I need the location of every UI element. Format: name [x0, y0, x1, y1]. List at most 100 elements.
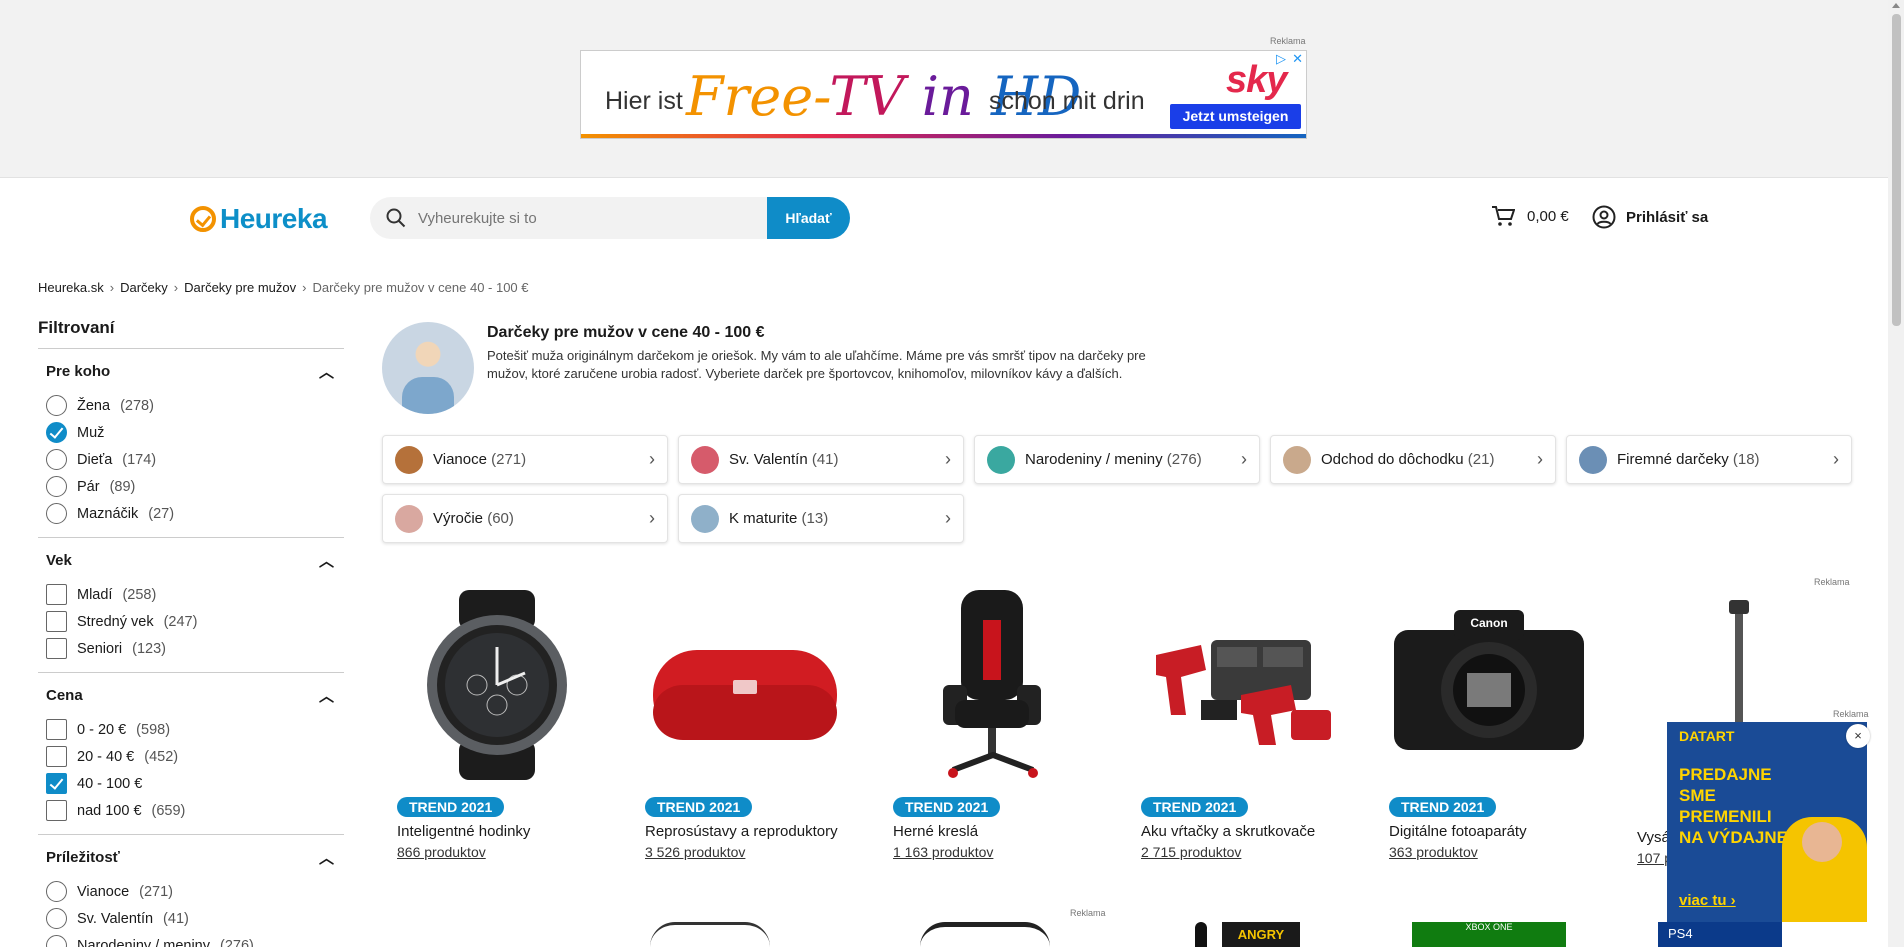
- product-category-name[interactable]: Digitálne fotoaparáty: [1389, 823, 1622, 840]
- filter-option[interactable]: Narodeniny / meniny (276): [46, 932, 344, 947]
- filter-section-prilezitost: Príležitosť ︿ Vianoce (271) Sv. Valentín(…: [38, 835, 344, 947]
- breadcrumb-link[interactable]: Darčeky pre mužov: [184, 280, 296, 295]
- product-category-card[interactable]: Canon TREND 2021 Digitálne fotoaparáty 3…: [1374, 585, 1622, 866]
- filter-option[interactable]: 20 - 40 € (452): [46, 743, 344, 770]
- radio-button[interactable]: [46, 449, 67, 470]
- product-category-card[interactable]: TREND 2021 Reprosústavy a reproduktory 3…: [630, 585, 878, 866]
- filter-section-header[interactable]: Cena ︿: [46, 685, 344, 706]
- filter-option[interactable]: Mladí (258): [46, 581, 344, 608]
- banner-cta-button[interactable]: Jetzt umsteigen: [1170, 104, 1301, 129]
- checkbox[interactable]: [46, 746, 67, 767]
- trend-badge: TREND 2021: [1141, 797, 1249, 817]
- occasion-card[interactable]: Sv. Valentín (41) ›: [678, 435, 964, 484]
- search-button[interactable]: Hľadať: [767, 197, 850, 239]
- radio-button[interactable]: [46, 881, 67, 902]
- occasion-card[interactable]: K maturite (13) ›: [678, 494, 964, 543]
- breadcrumb-link[interactable]: Heureka.sk: [38, 280, 104, 295]
- filter-sidebar: Filtrovaní Pre koho ︿ Žena (278) Muž Dieť…: [38, 318, 344, 947]
- ad-label: Reklama: [1814, 577, 1850, 587]
- ad-headline: PREDAJNE SME PREMENILI NA VÝDAJNE: [1679, 765, 1788, 847]
- filter-option[interactable]: Stredný vek (247): [46, 608, 344, 635]
- checkbox[interactable]: [46, 611, 67, 632]
- occasion-thumb: [691, 504, 719, 533]
- chevron-right-icon: ›: [945, 508, 951, 528]
- product-image-partial: PS4: [1658, 922, 1782, 947]
- ad-close-icon[interactable]: ✕: [1292, 51, 1303, 67]
- product-count-link[interactable]: 3 526 produktov: [645, 844, 878, 860]
- product-category-name[interactable]: Aku vŕtačky a skrutkovače: [1141, 823, 1374, 840]
- sidebar-title: Filtrovaní: [38, 318, 344, 349]
- checkbox[interactable]: [46, 638, 67, 659]
- scrollbar[interactable]: [1888, 0, 1904, 947]
- banner-stripe: [581, 134, 1306, 138]
- occasion-thumb: [395, 445, 423, 474]
- breadcrumb-current: Darčeky pre mužov v cene 40 - 100 €: [312, 280, 529, 295]
- filter-option[interactable]: Pár (89): [46, 473, 344, 500]
- filter-section-header[interactable]: Príležitosť ︿: [46, 847, 344, 868]
- radio-button[interactable]: [46, 476, 67, 497]
- sky-banner-ad[interactable]: Hier ist Free-TV in HD schon mit drin sk…: [580, 50, 1307, 139]
- product-image-partial: [920, 922, 1050, 947]
- chevron-right-icon: ›: [1833, 449, 1839, 469]
- filter-option[interactable]: Žena (278): [46, 392, 344, 419]
- cart-button[interactable]: 0,00 €: [1491, 205, 1569, 227]
- login-button[interactable]: Prihlásiť sa: [1592, 205, 1708, 229]
- radio-button[interactable]: [46, 503, 67, 524]
- filter-option[interactable]: Vianoce (271): [46, 878, 344, 905]
- breadcrumb-link[interactable]: Darčeky: [120, 280, 168, 295]
- filter-section-header[interactable]: Pre koho ︿: [46, 361, 344, 382]
- banner-text-2: schon mit drin: [989, 87, 1145, 115]
- search-input[interactable]: [418, 209, 758, 227]
- chevron-right-icon: ›: [173, 280, 179, 295]
- checkbox-checked[interactable]: [46, 773, 67, 794]
- filter-option[interactable]: Maznáčik (27): [46, 500, 344, 527]
- occasion-cards: Vianoce (271) › Sv. Valentín (41) › Narode…: [382, 435, 1852, 543]
- chevron-right-icon: ›: [109, 280, 115, 295]
- filter-section-vek: Vek ︿ Mladí (258) Stredný vek (247) Senior…: [38, 538, 344, 673]
- product-category-card[interactable]: TREND 2021 Inteligentné hodinky 866 prod…: [382, 585, 630, 866]
- ad-more-link[interactable]: viac tu ›: [1679, 892, 1736, 909]
- search-field-container[interactable]: [370, 197, 767, 239]
- product-count-link[interactable]: 866 produktov: [397, 844, 630, 860]
- top-ad-area: Reklama Hier ist Free-TV in HD schon mit…: [0, 0, 1888, 178]
- filter-option[interactable]: Seniori (123): [46, 635, 344, 662]
- checkbox[interactable]: [46, 719, 67, 740]
- scroll-up-icon[interactable]: [1892, 3, 1900, 8]
- checkbox[interactable]: [46, 800, 67, 821]
- product-category-name[interactable]: Herné kreslá: [893, 823, 1126, 840]
- occasion-thumb: [987, 445, 1015, 474]
- radio-button[interactable]: [46, 395, 67, 416]
- product-count-link[interactable]: 1 163 produktov: [893, 844, 1126, 860]
- close-icon[interactable]: ×: [1846, 724, 1870, 748]
- heureka-logo[interactable]: Heureka: [190, 203, 328, 235]
- product-count-link[interactable]: 2 715 produktov: [1141, 844, 1374, 860]
- radio-button[interactable]: [46, 935, 67, 947]
- ad-person-head: [1802, 822, 1842, 862]
- chevron-right-icon: ›: [1537, 449, 1543, 469]
- filter-option[interactable]: Dieťa (174): [46, 446, 344, 473]
- adchoices-icon[interactable]: ▷: [1276, 51, 1286, 67]
- filter-option[interactable]: 40 - 100 €: [46, 770, 344, 797]
- filter-option[interactable]: 0 - 20 € (598): [46, 716, 344, 743]
- product-count-link[interactable]: 363 produktov: [1389, 844, 1622, 860]
- checkbox[interactable]: [46, 584, 67, 605]
- occasion-card[interactable]: Vianoce (271) ›: [382, 435, 668, 484]
- product-category-card[interactable]: TREND 2021 Herné kreslá 1 163 produktov: [878, 585, 1126, 866]
- datart-floating-ad[interactable]: DATART PREDAJNE SME PREMENILI NA VÝDAJNE…: [1667, 722, 1867, 922]
- product-category-name[interactable]: Reprosústavy a reproduktory: [645, 823, 878, 840]
- radio-button[interactable]: [46, 908, 67, 929]
- product-category-name[interactable]: Inteligentné hodinky: [397, 823, 630, 840]
- filter-section-header[interactable]: Vek ︿: [46, 550, 344, 571]
- scrollbar-thumb[interactable]: [1892, 14, 1901, 326]
- occasion-card[interactable]: Firemné darčeky (18) ›: [1566, 435, 1852, 484]
- radio-button-checked[interactable]: [46, 422, 67, 443]
- occasion-card[interactable]: Odchod do dôchodku (21) ›: [1270, 435, 1556, 484]
- filter-option[interactable]: Muž: [46, 419, 344, 446]
- filter-section-pre-koho: Pre koho ︿ Žena (278) Muž Dieťa (174) Pár(…: [38, 349, 344, 538]
- occasion-card[interactable]: Narodeniny / meniny (276) ›: [974, 435, 1260, 484]
- chevron-right-icon: ›: [1241, 449, 1247, 469]
- product-category-card[interactable]: TREND 2021 Aku vŕtačky a skrutkovače 2 7…: [1126, 585, 1374, 866]
- filter-option[interactable]: nad 100 € (659): [46, 797, 344, 824]
- filter-option[interactable]: Sv. Valentín (41): [46, 905, 344, 932]
- occasion-card[interactable]: Výročie (60) ›: [382, 494, 668, 543]
